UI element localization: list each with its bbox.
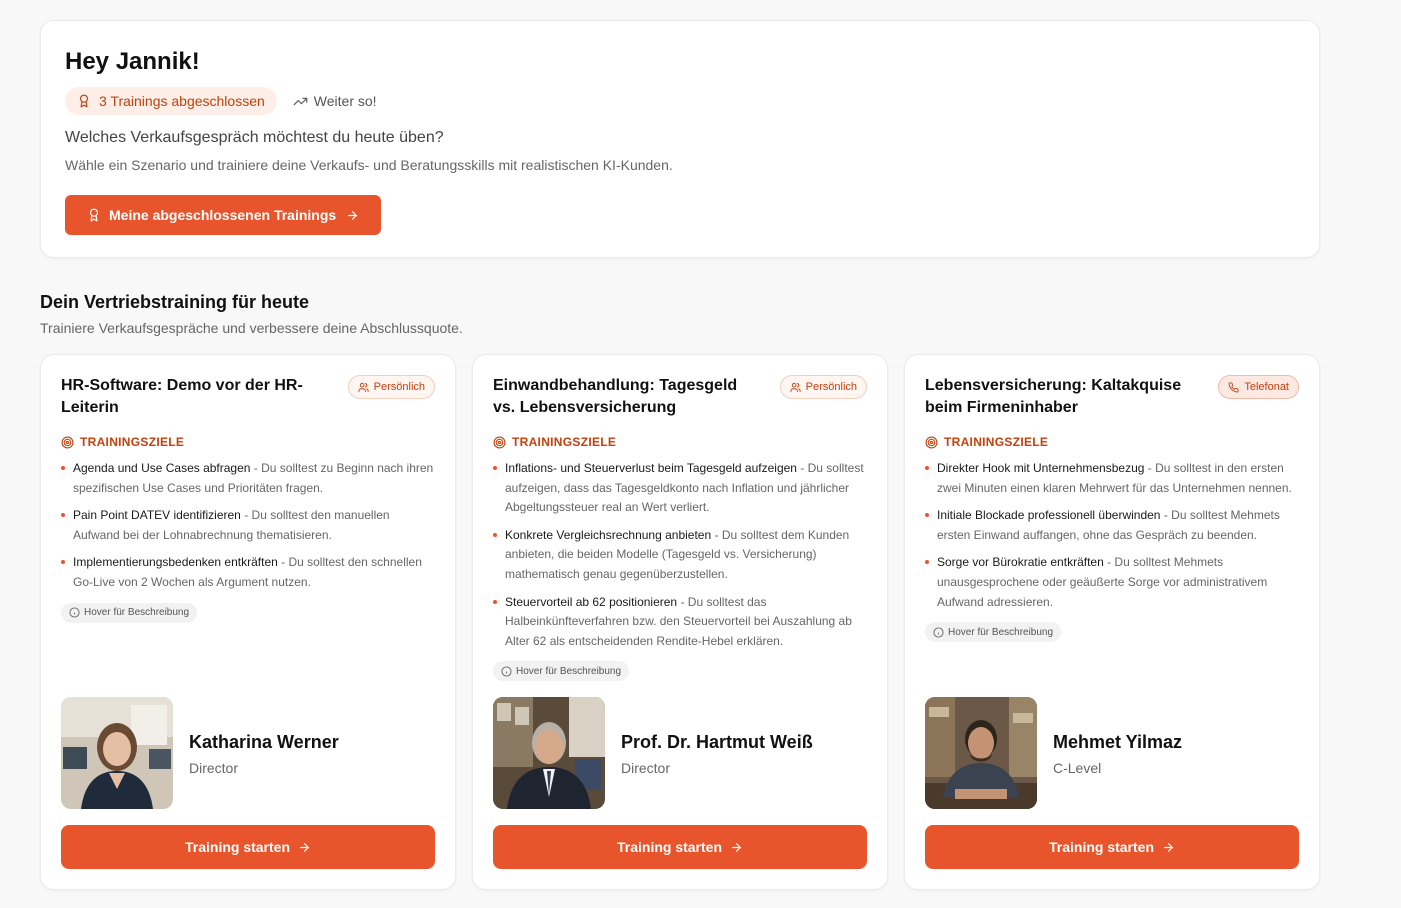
goals-heading-label: TRAININGSZIELE (944, 435, 1049, 449)
goals-heading: TRAININGSZIELE (61, 435, 184, 449)
info-icon (933, 627, 944, 638)
goals-heading-label: TRAININGSZIELE (80, 435, 185, 449)
mode-tag-label: Telefonat (1244, 381, 1289, 393)
award-icon (79, 94, 89, 108)
persona-name: Prof. Dr. Hartmut Weiß (621, 732, 813, 752)
training-card: Einwandbehandlung: Tagesgeld vs. Lebensv… (472, 354, 888, 890)
card-title: HR-Software: Demo vor der HR-Leiterin (61, 377, 303, 416)
goal-item: Initiale Blockade professionell überwind… (925, 506, 1301, 545)
avatar (493, 697, 605, 809)
info-icon (69, 607, 80, 618)
goal-item: Steuervorteil ab 62 positionieren - Du s… (493, 593, 869, 652)
arrow-right-icon (1162, 841, 1175, 854)
goal-title: Implementierungsbedenken entkräften (73, 555, 278, 570)
goal-title: Agenda und Use Cases abfragen (73, 461, 251, 475)
goal-title: Steuervorteil ab 62 positionieren (505, 594, 678, 609)
goal-item: Implementierungsbedenken entkräften - Du… (61, 553, 437, 592)
hover-hint[interactable]: Hover für Beschreibung (61, 602, 198, 623)
target-icon (493, 436, 506, 448)
persona: Mehmet Yilmaz C-Level (925, 697, 1182, 809)
persona-info: Katharina Werner Director (189, 730, 339, 776)
hover-hint-label: Hover für Beschreibung (948, 626, 1054, 638)
completed-trainings-button[interactable]: Meine abgeschlossenen Trainings (65, 195, 382, 235)
welcome-card: Hey Jannik! 3 Trainings abgeschlossen We… (40, 20, 1320, 258)
goal-item: Agenda und Use Cases abfragen - Du sollt… (61, 459, 437, 498)
motivation-text: Weiter so! (313, 93, 377, 109)
section-subtitle: Trainiere Verkaufsgespräche und verbesse… (40, 320, 463, 336)
mode-tag-label: Persönlich (373, 381, 425, 393)
section-title: Dein Vertriebstraining für heute (40, 292, 310, 312)
persona-role: Director (189, 760, 239, 776)
persona-info: Mehmet Yilmaz C-Level (1053, 730, 1182, 776)
question-text: Welches Verkaufsgespräch möchtest du heu… (65, 129, 444, 146)
goal-item: Direkter Hook mit Unternehmensbezug - Du… (925, 459, 1301, 498)
start-training-button[interactable]: Training starten (493, 825, 867, 869)
persona-name: Mehmet Yilmaz (1053, 732, 1183, 752)
hover-hint[interactable]: Hover für Beschreibung (493, 661, 630, 682)
persona: Prof. Dr. Hartmut Weiß Director (493, 697, 813, 809)
goal-title: Inflations- und Steuerverlust beim Tages… (505, 461, 797, 475)
target-icon (61, 436, 74, 448)
start-training-button[interactable]: Training starten (61, 825, 435, 869)
training-card: HR-Software: Demo vor der HR-Leiterin Pe… (40, 354, 456, 890)
persona-role: Director (621, 760, 671, 776)
mode-tag: Persönlich (779, 375, 867, 399)
goals-heading: TRAININGSZIELE (925, 435, 1048, 449)
goals-list: Agenda und Use Cases abfragen - Du sollt… (61, 459, 437, 623)
goal-title: Initiale Blockade professionell überwind… (937, 508, 1161, 523)
goal-item: Konkrete Vergleichsrechnung anbieten - D… (493, 526, 869, 585)
hover-hint-label: Hover für Beschreibung (84, 607, 190, 619)
trending-up-icon (293, 97, 308, 105)
badge-row: 3 Trainings abgeschlossen Weiter so! (65, 87, 1295, 115)
info-icon (501, 666, 512, 677)
goals-list: Direkter Hook mit Unternehmensbezug - Du… (925, 459, 1301, 643)
persona-info: Prof. Dr. Hartmut Weiß Director (621, 730, 813, 776)
card-title: Einwandbehandlung: Tagesgeld vs. Lebensv… (493, 377, 738, 416)
motivation-badge: Weiter so! (293, 93, 377, 109)
goal-item: Pain Point DATEV identifizieren - Du sol… (61, 506, 437, 545)
card-title: Lebensversicherung: Kaltakquise beim Fir… (925, 377, 1182, 416)
start-training-label: Training starten (184, 839, 291, 855)
completed-trainings-button-label: Meine abgeschlossenen Trainings (109, 207, 337, 223)
greeting-title: Hey Jannik! (65, 48, 200, 75)
goal-item: Inflations- und Steuerverlust beim Tages… (493, 459, 869, 518)
persona-role: C-Level (1053, 760, 1102, 776)
user-icon (358, 382, 369, 392)
avatar (925, 697, 1037, 809)
persona-name: Katharina Werner (189, 732, 339, 752)
completed-trainings-text: 3 Trainings abgeschlossen (99, 93, 265, 109)
phone-icon (1228, 381, 1239, 393)
user-icon (790, 382, 801, 392)
persona: Katharina Werner Director (61, 697, 339, 809)
arrow-right-icon (346, 209, 359, 222)
goal-title: Direkter Hook mit Unternehmensbezug (937, 461, 1145, 475)
goal-title: Pain Point DATEV identifizieren (73, 508, 241, 523)
goal-item: Sorge vor Bürokratie entkräften - Du sol… (925, 553, 1301, 612)
hover-hint[interactable]: Hover für Beschreibung (925, 622, 1062, 643)
goal-title: Konkrete Vergleichsrechnung anbieten (505, 527, 712, 542)
hover-hint-label: Hover für Beschreibung (516, 665, 622, 677)
goals-heading: TRAININGSZIELE (493, 435, 616, 449)
avatar (61, 697, 173, 809)
mode-tag: Persönlich (347, 375, 435, 399)
start-training-label: Training starten (616, 839, 723, 855)
start-training-button[interactable]: Training starten (925, 825, 1299, 869)
arrow-right-icon (298, 841, 311, 854)
hero-subtitle: Wähle ein Szenario und trainiere deine V… (65, 157, 673, 173)
goal-title: Sorge vor Bürokratie entkräften (937, 555, 1104, 570)
completed-trainings-badge: 3 Trainings abgeschlossen (65, 87, 277, 115)
start-training-label: Training starten (1048, 839, 1155, 855)
arrow-right-icon (730, 841, 743, 854)
target-icon (925, 436, 938, 448)
goals-list: Inflations- und Steuerverlust beim Tages… (493, 459, 869, 682)
mode-tag-label: Persönlich (805, 381, 857, 393)
award-icon (87, 208, 101, 222)
goals-heading-label: TRAININGSZIELE (512, 435, 617, 449)
training-card: Lebensversicherung: Kaltakquise beim Fir… (904, 354, 1320, 890)
mode-tag: Telefonat (1218, 375, 1299, 399)
